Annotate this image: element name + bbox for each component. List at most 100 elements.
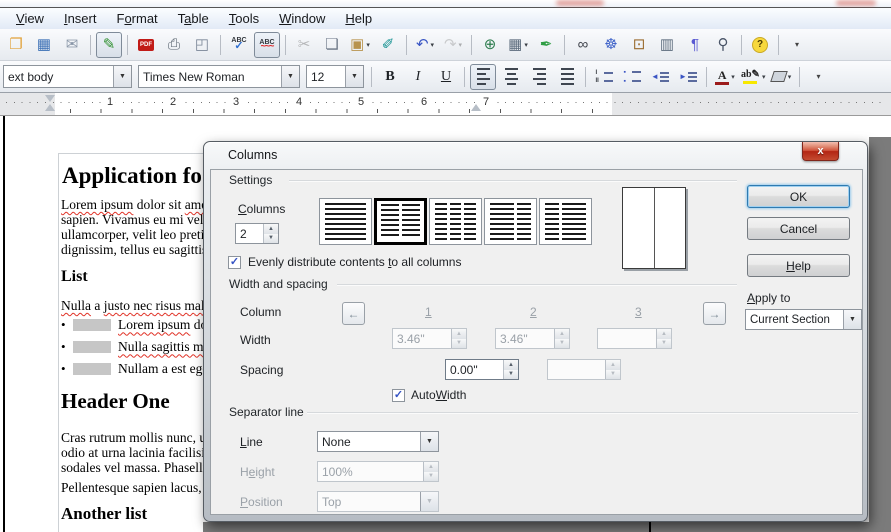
preset-two-columns[interactable] [374, 198, 427, 245]
help-button[interactable]: Help [747, 254, 850, 277]
menu-view[interactable]: View [6, 9, 54, 28]
ruler-number: 2 [167, 96, 179, 108]
save-icon[interactable]: ▦ [31, 32, 57, 58]
bullet-icon: • [61, 339, 73, 354]
hyperlink-icon[interactable]: ⊕ [477, 32, 503, 58]
menu-insert[interactable]: Insert [54, 9, 107, 28]
bullet-list-button[interactable]: ▪▪ [619, 64, 645, 90]
chevron-down-icon: ▼ [420, 492, 438, 511]
right-indent-marker[interactable] [471, 104, 481, 111]
zoom-icon[interactable]: ⚲ [710, 32, 736, 58]
group-divider [307, 412, 858, 413]
decrease-indent-button[interactable]: ◄ [647, 64, 673, 90]
chevron-down-icon[interactable]: ▼ [345, 66, 363, 87]
spinner-up-down-icons[interactable]: ▲▼ [263, 224, 278, 243]
width-column-3-spinner: ▲▼ [597, 328, 672, 349]
toolbar-options-icon[interactable]: ▾ [784, 32, 810, 58]
chevron-down-icon[interactable]: ▾ [762, 73, 766, 81]
cancel-button[interactable]: Cancel [747, 217, 850, 240]
align-left-button[interactable] [470, 64, 496, 90]
preset-two-columns-right-wide[interactable] [539, 198, 592, 245]
spinner-up-down-icons[interactable]: ▲▼ [503, 360, 518, 379]
page-preview-icon[interactable]: ◰ [189, 32, 215, 58]
underline-button[interactable]: U [433, 64, 459, 90]
find-replace-icon[interactable]: ∞ [570, 32, 596, 58]
toolbar-options-button[interactable]: ▾ [805, 64, 831, 90]
format-paintbrush-icon[interactable]: ✐ [375, 32, 401, 58]
width-label: Width [240, 333, 271, 347]
document-heading-2: Header One [61, 389, 170, 414]
menu-help[interactable]: Help [335, 9, 382, 28]
spellcheck-icon[interactable]: ABC [226, 32, 252, 58]
paragraph-style-combo[interactable]: ext body ▼ [3, 65, 132, 88]
bold-button[interactable]: B [377, 64, 403, 90]
autowidth-checkbox[interactable] [392, 389, 405, 402]
chevron-down-icon[interactable]: ▾ [788, 73, 792, 81]
chevron-down-icon[interactable]: ▼ [113, 66, 131, 87]
chevron-down-icon[interactable]: ▼ [843, 310, 861, 329]
copy-icon[interactable]: ❏ [319, 32, 345, 58]
font-color-button[interactable]: A▾ [712, 64, 738, 90]
ruler-number: 1 [104, 96, 116, 108]
increase-indent-button[interactable]: ► [675, 64, 701, 90]
columns-count-spinner[interactable]: 2 ▲▼ [235, 223, 279, 244]
navigator-icon[interactable]: ☸ [598, 32, 624, 58]
background-color-button[interactable]: ▾ [768, 64, 794, 90]
left-indent-marker[interactable] [45, 95, 55, 102]
insert-table-icon[interactable]: ▦▾ [505, 32, 531, 58]
edit-file-icon[interactable]: ✎ [96, 32, 122, 58]
spacing-1-2-spinner[interactable]: 0.00" ▲▼ [445, 359, 519, 380]
next-column-button[interactable]: → [703, 302, 726, 325]
autowidth-checkbox-label[interactable]: AutoWidth [411, 388, 466, 402]
horizontal-ruler[interactable]: 1 2 3 4 5 6 7 [0, 93, 891, 116]
align-left-icon [477, 67, 490, 86]
align-right-button[interactable] [526, 64, 552, 90]
align-justify-button[interactable] [554, 64, 580, 90]
numbered-list-button[interactable]: III [591, 64, 617, 90]
apply-to-dropdown[interactable]: Current Section ▼ [745, 309, 862, 330]
chevron-down-icon[interactable]: ▾ [431, 41, 435, 49]
menu-window[interactable]: Window [269, 9, 335, 28]
font-size-combo[interactable]: 12 ▼ [306, 65, 364, 88]
italic-button[interactable]: I [405, 64, 431, 90]
toolbar-separator [564, 35, 565, 55]
ok-button[interactable]: OK [747, 185, 850, 208]
line-dropdown[interactable]: None ▼ [317, 431, 439, 452]
paste-icon[interactable]: ▣▾ [347, 32, 373, 58]
font-name-combo[interactable]: Times New Roman ▼ [138, 65, 300, 88]
export-pdf-icon[interactable]: PDF [133, 32, 159, 58]
distribute-checkbox-label[interactable]: Evenly distribute contents to all column… [248, 255, 461, 269]
distribute-checkbox[interactable] [228, 256, 241, 269]
menu-table[interactable]: Table [168, 9, 219, 28]
help-icon[interactable]: ? [747, 32, 773, 58]
first-line-indent-marker[interactable] [45, 104, 55, 111]
ruler-tick-dots [6, 102, 886, 103]
formatting-marks-icon[interactable]: ¶ [682, 32, 708, 58]
highlighting-button[interactable]: ab✎▾ [740, 64, 766, 90]
preset-two-columns-left-wide[interactable] [484, 198, 537, 245]
menu-tools[interactable]: Tools [219, 9, 269, 28]
chevron-down-icon[interactable]: ▼ [281, 66, 299, 87]
preset-one-column[interactable] [319, 198, 372, 245]
close-button[interactable]: x [802, 142, 839, 161]
document-paragraph-line: dignissim, tellus eu sagittis pe [61, 242, 223, 257]
gallery-icon[interactable]: ⊡ [626, 32, 652, 58]
chevron-down-icon[interactable]: ▾ [459, 41, 463, 49]
preset-three-columns[interactable] [429, 198, 482, 245]
align-center-button[interactable] [498, 64, 524, 90]
chevron-down-icon[interactable]: ▾ [524, 41, 528, 49]
chevron-down-icon[interactable]: ▼ [420, 432, 438, 451]
font-size-value: 12 [307, 70, 345, 84]
open-icon[interactable]: ❐ [3, 32, 29, 58]
menu-format[interactable]: Format [106, 9, 167, 28]
window-left-edge [3, 116, 5, 532]
previous-column-button[interactable]: ← [342, 302, 365, 325]
undo-icon[interactable]: ↶▾ [412, 32, 438, 58]
autospellcheck-icon[interactable]: ABC [254, 32, 280, 58]
draw-functions-icon[interactable]: ✒ [533, 32, 559, 58]
data-sources-icon[interactable]: ▥ [654, 32, 680, 58]
chevron-down-icon[interactable]: ▾ [731, 73, 735, 81]
chevron-down-icon[interactable]: ▾ [366, 41, 370, 49]
email-icon[interactable]: ✉ [59, 32, 85, 58]
print-icon[interactable]: ⎙ [161, 32, 187, 58]
